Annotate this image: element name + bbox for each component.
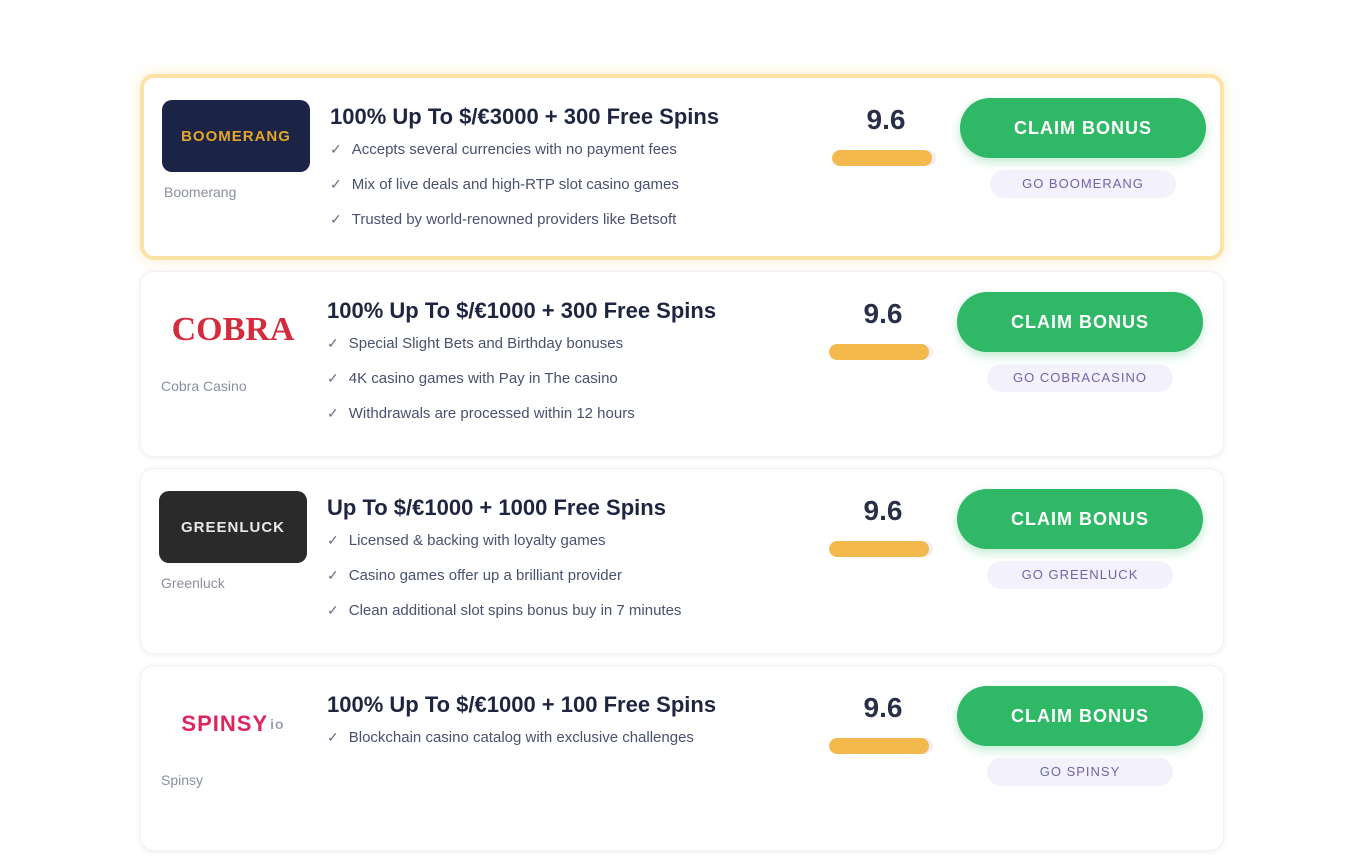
offer-card: SPINSY io Spinsy 100% Up To $/€1000 + 100… bbox=[140, 665, 1224, 851]
offer-title: 100% Up To $/€1000 + 100 Free Spins bbox=[327, 692, 717, 717]
claim-bonus-button[interactable]: CLAIM BONUS bbox=[957, 489, 1203, 549]
casino-review-link[interactable]: GO SPINSY bbox=[987, 758, 1173, 786]
check-icon: ✓ bbox=[327, 370, 339, 386]
offer-card: COBRA Cobra Casino 100% Up To $/€1000 + … bbox=[140, 271, 1224, 457]
casino-review-link[interactable]: GO COBRACASINO bbox=[987, 364, 1173, 392]
rating-score: 9.6 bbox=[863, 495, 903, 526]
claim-bonus-button[interactable]: CLAIM BONUS bbox=[957, 686, 1203, 746]
feature-list: ✓ Blockchain casino catalog with exclusiv… bbox=[327, 726, 694, 761]
feature-item: ✓ Trusted by world-renowned providers lik… bbox=[330, 208, 679, 243]
feature-text: Clean additional slot spins bonus buy in… bbox=[348, 602, 682, 619]
offer-title: Up To $/€1000 + 1000 Free Spins bbox=[327, 495, 666, 520]
rating-bar-fill bbox=[829, 738, 929, 754]
rating-bar-fill bbox=[829, 344, 929, 360]
offer-card: GREENLUCK Greenluck Up To $/€1000 + 1000… bbox=[140, 468, 1224, 654]
feature-item: ✓ Casino games offer up a brilliant provi… bbox=[327, 564, 681, 599]
check-icon: ✓ bbox=[327, 335, 339, 351]
feature-item: ✓ Licensed & backing with loyalty games bbox=[327, 529, 681, 564]
casino-logo[interactable]: COBRA bbox=[159, 294, 307, 366]
feature-item: ✓ Blockchain casino catalog with exclusiv… bbox=[327, 726, 694, 761]
check-icon: ✓ bbox=[327, 729, 339, 745]
feature-text: Casino games offer up a brilliant provid… bbox=[348, 567, 622, 584]
feature-text: Trusted by world-renowned providers like… bbox=[351, 211, 677, 228]
casino-logo[interactable]: GREENLUCK bbox=[159, 491, 307, 563]
claim-bonus-button[interactable]: CLAIM BONUS bbox=[957, 292, 1203, 352]
claim-bonus-button[interactable]: CLAIM BONUS bbox=[960, 98, 1206, 158]
casino-logo[interactable]: SPINSY io bbox=[159, 688, 307, 760]
feature-item: ✓ Special Slight Bets and Birthday bonuse… bbox=[327, 332, 635, 367]
feature-list: ✓ Accepts several currencies with no paym… bbox=[330, 138, 679, 243]
feature-text: Special Slight Bets and Birthday bonuses bbox=[348, 335, 624, 352]
feature-list: ✓ Licensed & backing with loyalty games ✓… bbox=[327, 529, 681, 634]
logo-text: SPINSY bbox=[181, 711, 269, 736]
rating-score: 9.6 bbox=[863, 692, 903, 723]
check-icon: ✓ bbox=[327, 567, 339, 583]
casino-review-link[interactable]: GO BOOMERANG bbox=[990, 170, 1176, 198]
check-icon: ✓ bbox=[330, 141, 342, 157]
rating-bar-fill bbox=[832, 150, 932, 166]
casino-name: Cobra Casino bbox=[161, 378, 247, 394]
feature-text: Licensed & backing with loyalty games bbox=[348, 532, 606, 549]
feature-text: Blockchain casino catalog with exclusive… bbox=[348, 729, 694, 746]
rating-bar bbox=[829, 541, 933, 557]
feature-list: ✓ Special Slight Bets and Birthday bonuse… bbox=[327, 332, 635, 437]
casino-logo[interactable]: BOOMERANG bbox=[162, 100, 310, 172]
offer-card-featured: BOOMERANG Boomerang 100% Up To $/€3000 +… bbox=[140, 74, 1224, 260]
rating-bar-fill bbox=[829, 541, 929, 557]
check-icon: ✓ bbox=[327, 532, 339, 548]
feature-text: Accepts several currencies with no payme… bbox=[351, 141, 677, 158]
check-icon: ✓ bbox=[330, 176, 342, 192]
feature-item: ✓ Clean additional slot spins bonus buy i… bbox=[327, 599, 681, 634]
feature-text: Withdrawals are processed within 12 hour… bbox=[348, 405, 635, 422]
offer-title: 100% Up To $/€3000 + 300 Free Spins bbox=[330, 104, 720, 129]
feature-item: ✓ Withdrawals are processed within 12 hou… bbox=[327, 402, 635, 437]
rating-bar bbox=[832, 150, 936, 166]
offer-title: 100% Up To $/€1000 + 300 Free Spins bbox=[327, 298, 717, 323]
casino-name: Boomerang bbox=[164, 184, 237, 200]
feature-item: ✓ Accepts several currencies with no paym… bbox=[330, 138, 679, 173]
casino-name: Greenluck bbox=[161, 575, 225, 591]
check-icon: ✓ bbox=[327, 602, 339, 618]
check-icon: ✓ bbox=[327, 405, 339, 421]
casino-review-link[interactable]: GO GREENLUCK bbox=[987, 561, 1173, 589]
feature-item: ✓ 4K casino games with Pay in The casino bbox=[327, 367, 635, 402]
rating-score: 9.6 bbox=[863, 298, 903, 329]
rating-bar bbox=[829, 344, 933, 360]
check-icon: ✓ bbox=[330, 211, 342, 227]
rating-bar bbox=[829, 738, 933, 754]
feature-text: Mix of live deals and high-RTP slot casi… bbox=[351, 176, 679, 193]
rating-score: 9.6 bbox=[866, 104, 906, 135]
feature-text: 4K casino games with Pay in The casino bbox=[348, 370, 618, 387]
logo-suffix: io bbox=[270, 716, 285, 732]
casino-offer-list: BOOMERANG Boomerang 100% Up To $/€3000 +… bbox=[140, 74, 1224, 862]
casino-name: Spinsy bbox=[161, 772, 204, 788]
feature-item: ✓ Mix of live deals and high-RTP slot cas… bbox=[330, 173, 679, 208]
